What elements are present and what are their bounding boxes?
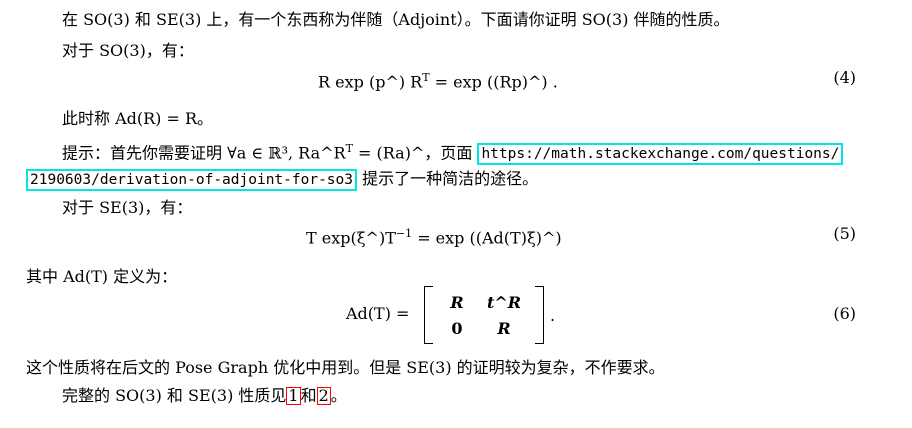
adjoint-definition-so3: 此时称 Ad(R) = R。 [62,109,214,128]
ref-prefix: 完整的 SO(3) 和 SE(3) 性质见 [62,386,287,405]
equation-4: R exp (p^) RT = exp ((Rp)^) . [318,66,558,94]
se3-intro: 对于 SE(3)，有： [62,198,193,217]
matrix-cell-21: 0 [451,318,463,338]
hint-sup: T [345,142,353,155]
matrix-grid: R t^R 0 R [433,289,535,341]
url-link-part1[interactable]: https://math.stackexchange.com/questions… [477,143,844,166]
hint-line: 提示：首先你需要证明 ∀a ∈ ℝ³, Ra^RT = (Ra)^，页面 htt… [62,138,844,166]
adjoint-matrix: R t^R 0 R . [424,286,555,344]
matrix-cell-12: t^R [486,292,522,312]
hint-mid: = (Ra)^，页面 [352,143,478,163]
references-line: 完整的 SO(3) 和 SE(3) 性质见 1 和 2。 [62,385,347,407]
eq5-number: (5) [833,224,856,243]
eq6-number: (6) [833,304,856,323]
pose-graph-note: 这个性质将在后文的 Pose Graph 优化中用到。但是 SE(3) 的证明较… [26,358,665,377]
adjoint-se3-intro: 其中 Ad(T) 定义为： [26,267,178,286]
url-link-part2[interactable]: 2190603/derivation-of-adjoint-for-so3 [26,169,358,191]
reference-link-2[interactable]: 2 [316,387,331,405]
so3-intro: 对于 SO(3)，有： [62,41,194,60]
matrix-cell-22: R [497,318,511,338]
right-bracket [535,286,544,344]
left-bracket [424,286,433,344]
eq5-rhs: = exp ((Ad(T)ξ)^) [417,228,562,248]
ref-suffix: 。 [330,386,347,405]
eq4-rhs: = exp ((Rp)^) . [434,72,558,92]
eq4-number: (4) [833,68,856,87]
intro-paragraph: 在 SO(3) 和 SE(3) 上，有一个东西称为伴随（Adjoint）。下面请… [62,10,730,29]
matrix-cell-11: R [450,292,464,312]
eq4-sup: T [422,71,430,84]
hint-line-2: 2190603/derivation-of-adjoint-for-so3 提示… [26,168,538,191]
hint-prefix: 提示：首先你需要证明 ∀a ∈ ℝ³, Ra^R [62,143,346,163]
reference-link-1[interactable]: 1 [286,387,301,405]
equation-5: T exp(ξ^)T−1 = exp ((Ad(T)ξ)^) [306,222,562,250]
hint-suffix: 提示了一种简洁的途径。 [357,169,539,188]
ref-mid: 和 [300,386,317,405]
eq6-lhs: Ad(T) = [346,304,410,323]
eq4-lhs: R exp (p^) R [318,72,423,92]
eq5-sup: −1 [395,227,413,240]
eq6-tail: . [550,305,556,325]
eq5-lhs: T exp(ξ^)T [306,228,396,248]
